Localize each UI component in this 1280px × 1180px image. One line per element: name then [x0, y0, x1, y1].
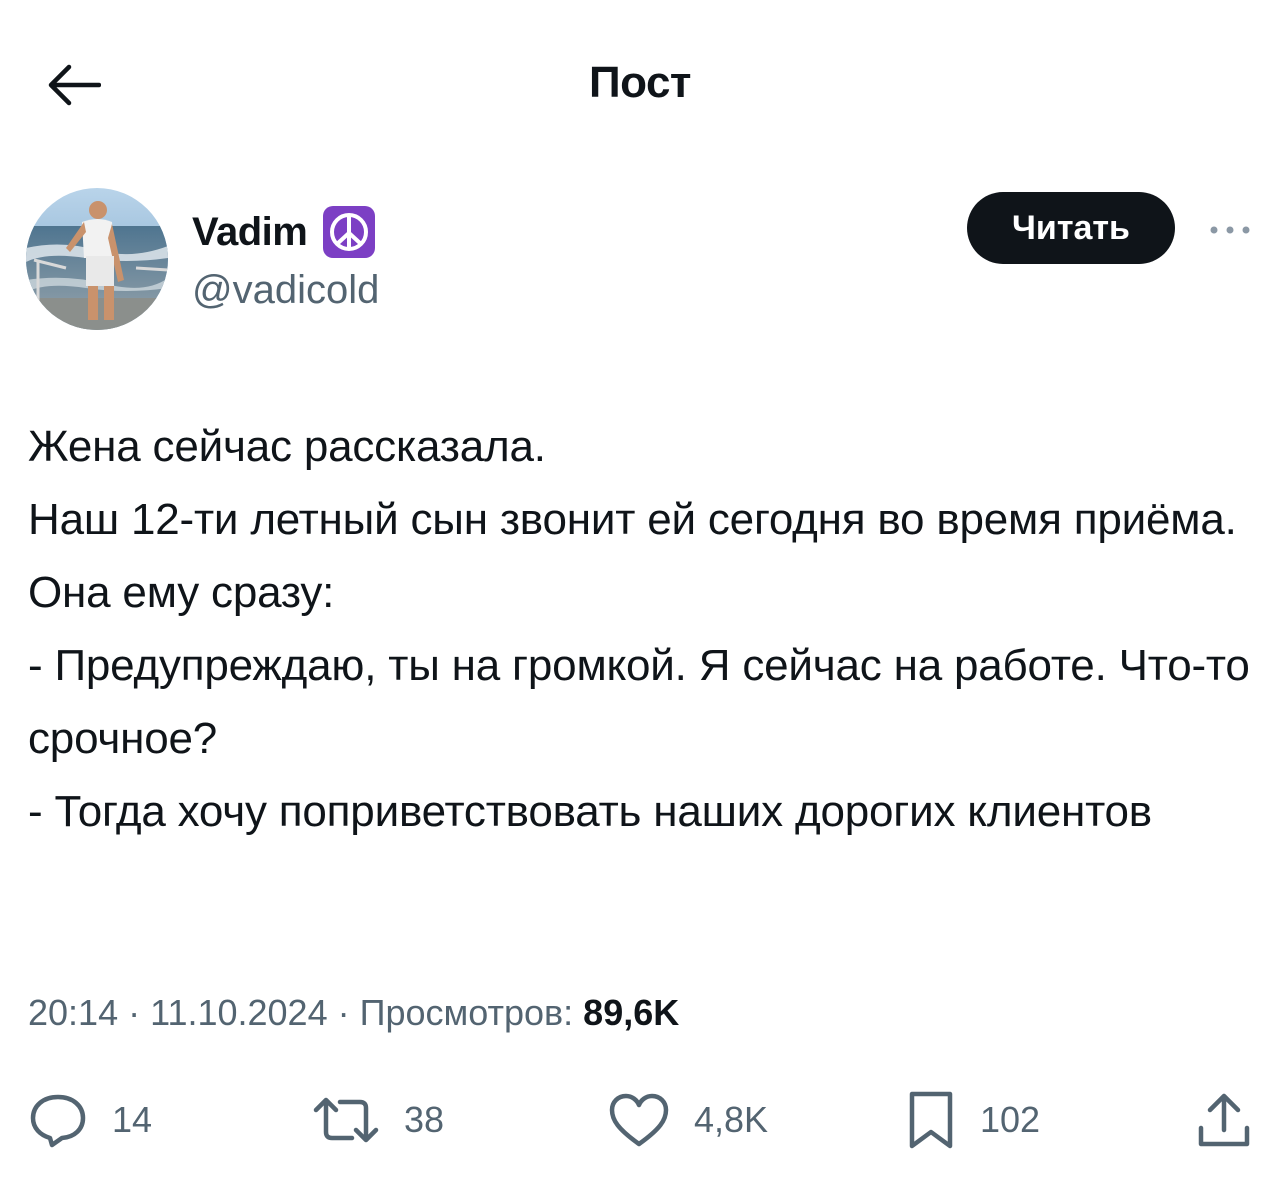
reply-count: 14 — [112, 1099, 153, 1140]
like-count: 4,8K — [694, 1099, 769, 1140]
author-handle[interactable]: @vadicold — [192, 268, 379, 313]
like-button[interactable]: 4,8K — [608, 1080, 768, 1160]
bookmark-count: 102 — [980, 1099, 1041, 1140]
reply-bubble-icon — [30, 1094, 86, 1148]
meta-separator: · — [118, 992, 151, 1033]
bookmark-icon — [909, 1091, 953, 1149]
top-bar: Пост — [0, 0, 1280, 170]
author-row: Vadim @vadicold Читать — [0, 180, 1280, 340]
bookmark-button[interactable]: 102 — [906, 1080, 1040, 1160]
author-name-line[interactable]: Vadim — [192, 204, 377, 260]
meta-separator: · — [327, 992, 360, 1033]
avatar-photo — [26, 188, 168, 330]
action-bar: 14 38 4,8K 102 — [0, 1080, 1280, 1160]
post-text: Жена сейчас рассказала. Наш 12-ти летный… — [28, 422, 1250, 836]
repost-arrows-icon — [313, 1097, 379, 1143]
share-icon — [1198, 1093, 1250, 1147]
post-date[interactable]: 11.10.2024 — [150, 992, 328, 1033]
post-time[interactable]: 20:14 — [28, 992, 118, 1033]
share-button[interactable] — [1196, 1080, 1252, 1160]
page-title: Пост — [589, 58, 691, 107]
repost-button[interactable]: 38 — [312, 1080, 444, 1160]
views-count[interactable]: 89,6K — [583, 992, 679, 1033]
author-name: Vadim — [192, 209, 308, 254]
heart-icon — [609, 1093, 669, 1147]
views-label: Просмотров: — [359, 992, 584, 1033]
avatar[interactable] — [26, 188, 168, 330]
post-meta: 20:14 · 11.10.2024 · Просмотров: 89,6K — [28, 992, 679, 1034]
follow-button[interactable]: Читать — [967, 192, 1175, 264]
peace-symbol-icon — [323, 206, 376, 258]
reply-button[interactable]: 14 — [28, 1080, 152, 1160]
more-dots-icon — [1210, 226, 1250, 234]
repost-count: 38 — [404, 1099, 445, 1140]
more-options-button[interactable] — [1200, 210, 1260, 250]
